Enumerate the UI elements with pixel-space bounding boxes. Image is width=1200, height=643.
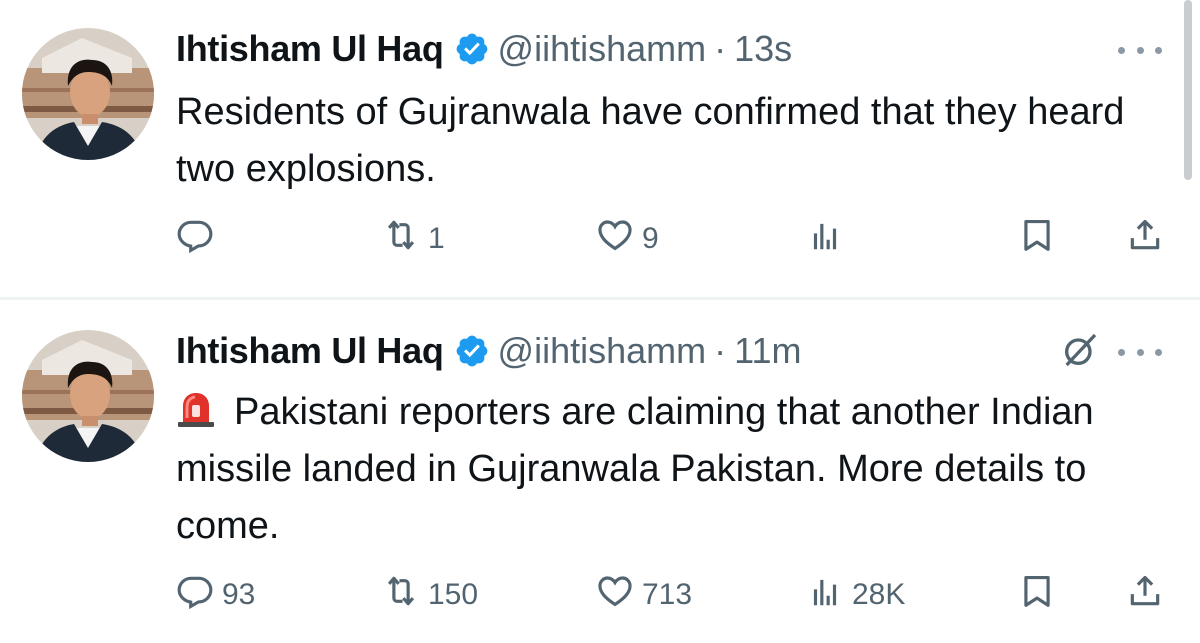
views-icon <box>806 572 844 618</box>
avatar[interactable] <box>22 330 154 462</box>
views-button[interactable] <box>806 214 844 264</box>
timestamp[interactable]: 11m <box>734 330 801 372</box>
share-button[interactable] <box>1126 570 1164 620</box>
heart-icon <box>596 572 634 618</box>
retweet-button[interactable]: 1 <box>382 214 445 264</box>
reply-button[interactable] <box>176 214 214 264</box>
retweet-count: 1 <box>428 222 445 255</box>
more-options-icon[interactable] <box>1118 40 1162 60</box>
retweet-icon <box>382 216 420 262</box>
author-name[interactable]: Ihtisham Ul Haq <box>176 330 444 372</box>
grok-icon[interactable] <box>1060 330 1100 370</box>
like-count: 713 <box>642 578 693 611</box>
views-button[interactable]: 28K <box>806 570 905 620</box>
tweet-text-body: Pakistani reporters are claiming that an… <box>176 391 1094 547</box>
retweet-count: 150 <box>428 578 479 611</box>
retweet-icon <box>382 572 420 618</box>
like-count: 9 <box>642 222 659 255</box>
tweet-header: Ihtisham Ul Haq @iihtishamm · 13s <box>176 24 792 74</box>
like-button[interactable]: 713 <box>596 570 692 620</box>
author-handle[interactable]: @iihtishamm <box>498 330 707 372</box>
tweet-text: Residents of Gujranwala have confirmed t… <box>176 91 1125 190</box>
separator-dot: · <box>714 330 727 371</box>
tweet-actions: 1 9 <box>176 214 1166 264</box>
more-options-icon[interactable] <box>1118 342 1162 362</box>
share-button[interactable] <box>1126 214 1164 264</box>
reply-count: 93 <box>222 578 256 611</box>
tweet[interactable]: Ihtisham Ul Haq @iihtishamm · 11m Pakist… <box>0 300 1200 643</box>
siren-icon <box>176 388 216 428</box>
heart-icon <box>596 216 634 262</box>
verified-badge-icon <box>454 333 490 369</box>
share-icon <box>1126 572 1164 618</box>
reply-button[interactable]: 93 <box>176 570 255 620</box>
like-button[interactable]: 9 <box>596 214 659 264</box>
bookmark-button[interactable] <box>1018 570 1056 620</box>
author-handle[interactable]: @iihtishamm <box>498 28 707 70</box>
reply-icon <box>176 216 214 262</box>
avatar[interactable] <box>22 28 154 160</box>
reply-icon <box>176 572 214 618</box>
share-icon <box>1126 216 1164 262</box>
timeline-feed: Ihtisham Ul Haq @iihtishamm · 13s Reside… <box>0 0 1200 643</box>
tweet[interactable]: Ihtisham Ul Haq @iihtishamm · 13s Reside… <box>0 0 1200 297</box>
tweet-actions: 93 150 713 28K <box>176 570 1166 620</box>
views-count: 28K <box>852 578 906 611</box>
tweet-text: Pakistani reporters are claiming that an… <box>176 384 1166 555</box>
verified-badge-icon <box>454 31 490 67</box>
author-name[interactable]: Ihtisham Ul Haq <box>176 28 444 70</box>
bookmark-button[interactable] <box>1018 214 1056 264</box>
views-icon <box>806 216 844 262</box>
separator-dot: · <box>714 28 727 69</box>
retweet-button[interactable]: 150 <box>382 570 478 620</box>
timestamp[interactable]: 13s <box>734 28 792 70</box>
bookmark-icon <box>1018 572 1056 618</box>
bookmark-icon <box>1018 216 1056 262</box>
tweet-header: Ihtisham Ul Haq @iihtishamm · 11m <box>176 326 802 376</box>
